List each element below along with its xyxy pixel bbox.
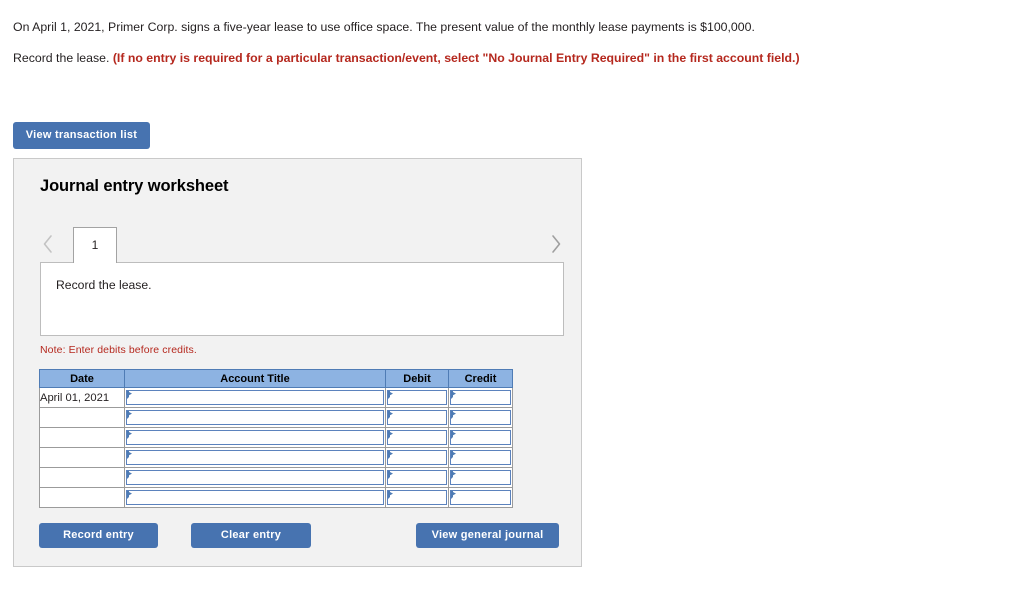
cell-account-title[interactable] — [124, 467, 386, 488]
cell-account-title[interactable] — [124, 487, 386, 508]
cell-credit[interactable] — [448, 427, 513, 448]
column-header-credit: Credit — [448, 369, 513, 388]
no-journal-entry-note: (If no entry is required for a particula… — [112, 51, 800, 66]
credit-input[interactable] — [450, 430, 511, 445]
cell-debit[interactable] — [385, 487, 449, 508]
credit-input[interactable] — [450, 470, 511, 485]
table-row — [39, 427, 513, 448]
problem-paragraph-1: On April 1, 2021, Primer Corp. signs a f… — [13, 20, 755, 34]
column-header-date: Date — [39, 369, 125, 388]
record-entry-button[interactable]: Record entry — [39, 523, 158, 548]
dropdown-marker-icon — [127, 391, 133, 399]
problem-statement: On April 1, 2021, Primer Corp. signs a f… — [13, 19, 813, 68]
table-row: April 01, 2021 — [39, 387, 513, 408]
clear-entry-button[interactable]: Clear entry — [191, 523, 311, 548]
dropdown-marker-icon — [127, 491, 133, 499]
table-row — [39, 407, 513, 428]
dropdown-marker-icon — [388, 451, 394, 459]
table-row — [39, 487, 513, 508]
cell-debit[interactable] — [385, 387, 449, 408]
debit-input[interactable] — [387, 450, 447, 465]
view-general-journal-button[interactable]: View general journal — [416, 523, 559, 548]
dropdown-marker-icon — [451, 471, 457, 479]
cell-debit[interactable] — [385, 427, 449, 448]
transaction-description-box: Record the lease. — [40, 262, 564, 336]
page-title: Journal entry worksheet — [40, 177, 229, 195]
cell-account-title[interactable] — [124, 447, 386, 468]
dropdown-marker-icon — [127, 411, 133, 419]
debits-before-credits-note: Note: Enter debits before credits. — [40, 344, 197, 356]
dropdown-marker-icon — [451, 431, 457, 439]
cell-debit[interactable] — [385, 407, 449, 428]
dropdown-marker-icon — [388, 471, 394, 479]
journal-entry-table-body: April 01, 2021 — [39, 387, 513, 508]
dropdown-marker-icon — [388, 431, 394, 439]
dropdown-marker-icon — [451, 391, 457, 399]
account-title-input[interactable] — [126, 470, 384, 485]
credit-input[interactable] — [450, 490, 511, 505]
cell-date[interactable]: April 01, 2021 — [39, 387, 125, 408]
cell-account-title[interactable] — [124, 427, 386, 448]
credit-input[interactable] — [450, 450, 511, 465]
cell-date[interactable] — [39, 467, 125, 488]
journal-entry-table: Date Account Title Debit Credit April 01… — [39, 369, 513, 508]
chevron-right-icon[interactable] — [548, 232, 564, 256]
account-title-input[interactable] — [126, 410, 384, 425]
account-title-input[interactable] — [126, 430, 384, 445]
worksheet-pager: 1 — [40, 227, 564, 263]
cell-credit[interactable] — [448, 387, 513, 408]
dropdown-marker-icon — [451, 411, 457, 419]
dropdown-marker-icon — [388, 411, 394, 419]
cell-account-title[interactable] — [124, 407, 386, 428]
debit-input[interactable] — [387, 430, 447, 445]
table-header-row: Date Account Title Debit Credit — [39, 369, 513, 388]
dropdown-marker-icon — [388, 491, 394, 499]
account-title-input[interactable] — [126, 490, 384, 505]
debit-input[interactable] — [387, 410, 447, 425]
debit-input[interactable] — [387, 470, 447, 485]
table-row — [39, 447, 513, 468]
debit-input[interactable] — [387, 390, 447, 405]
credit-input[interactable] — [450, 390, 511, 405]
dropdown-marker-icon — [127, 431, 133, 439]
dropdown-marker-icon — [127, 451, 133, 459]
account-title-input[interactable] — [126, 390, 384, 405]
table-row — [39, 467, 513, 488]
cell-debit[interactable] — [385, 447, 449, 468]
record-instruction-text: Record the lease. — [13, 51, 113, 66]
worksheet-tab-1[interactable]: 1 — [73, 227, 117, 263]
cell-account-title[interactable] — [124, 387, 386, 408]
dropdown-marker-icon — [388, 391, 394, 399]
cell-date[interactable] — [39, 407, 125, 428]
account-title-input[interactable] — [126, 450, 384, 465]
credit-input[interactable] — [450, 410, 511, 425]
journal-entry-worksheet-panel: Journal entry worksheet 1 Record the lea… — [13, 158, 582, 567]
cell-credit[interactable] — [448, 447, 513, 468]
cell-credit[interactable] — [448, 407, 513, 428]
column-header-account-title: Account Title — [124, 369, 386, 388]
problem-paragraph-2: Record the lease. (If no entry is requir… — [13, 50, 813, 67]
cell-credit[interactable] — [448, 467, 513, 488]
cell-date[interactable] — [39, 427, 125, 448]
cell-debit[interactable] — [385, 467, 449, 488]
dropdown-marker-icon — [127, 471, 133, 479]
cell-date[interactable] — [39, 487, 125, 508]
debit-input[interactable] — [387, 490, 447, 505]
dropdown-marker-icon — [451, 451, 457, 459]
cell-date[interactable] — [39, 447, 125, 468]
dropdown-marker-icon — [451, 491, 457, 499]
column-header-debit: Debit — [385, 369, 449, 388]
cell-credit[interactable] — [448, 487, 513, 508]
view-transaction-list-button[interactable]: View transaction list — [13, 122, 150, 149]
transaction-description-text: Record the lease. — [56, 278, 152, 292]
chevron-left-icon[interactable] — [40, 232, 56, 256]
